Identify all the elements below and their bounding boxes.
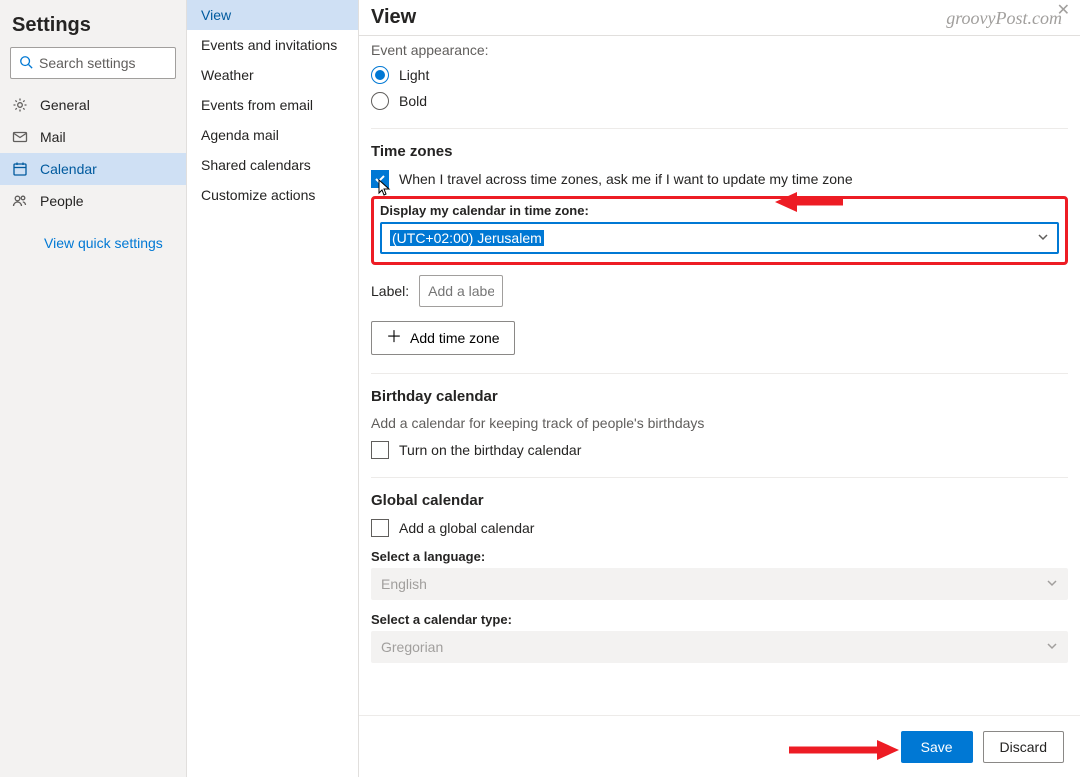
view-quick-settings-link[interactable]: View quick settings [0, 217, 186, 251]
search-icon [19, 55, 33, 72]
add-timezone-label: Add time zone [410, 330, 500, 346]
detail-scroll-area[interactable]: Event appearance: Light Bold Time zones … [359, 36, 1080, 715]
nav-people[interactable]: People [0, 185, 186, 217]
checkbox-travel-tz[interactable] [371, 170, 389, 188]
subnav-agenda-mail[interactable]: Agenda mail [187, 120, 358, 150]
nav-label: Mail [40, 129, 66, 145]
select-caltype-label: Select a calendar type: [371, 612, 1068, 627]
plus-icon: ＋ [386, 330, 402, 346]
save-button[interactable]: Save [901, 731, 973, 763]
display-tz-label: Display my calendar in time zone: [380, 203, 1059, 218]
checkbox-birthday-calendar[interactable] [371, 441, 389, 459]
timezone-value: (UTC+02:00) Jerusalem [390, 230, 544, 246]
section-divider [371, 128, 1068, 129]
radio-bold-label: Bold [399, 93, 427, 109]
settings-title: Settings [0, 0, 186, 47]
subnav-view[interactable]: View [187, 0, 358, 30]
nav-label: General [40, 97, 90, 113]
timezone-dropdown[interactable]: (UTC+02:00) Jerusalem [380, 222, 1059, 254]
tz-label-label: Label: [371, 283, 409, 299]
event-appearance-heading: Event appearance: [371, 42, 1068, 58]
caltype-dropdown: Gregorian [371, 631, 1068, 663]
settings-subnav-panel: View Events and invitations Weather Even… [187, 0, 359, 777]
nav-label: Calendar [40, 161, 97, 177]
subnav-events-invitations[interactable]: Events and invitations [187, 30, 358, 60]
detail-title: View [371, 6, 416, 29]
settings-detail-panel: View groovyPost.com ✕ Event appearance: … [359, 0, 1080, 777]
checkbox-global-calendar[interactable] [371, 519, 389, 537]
time-zones-heading: Time zones [371, 143, 1068, 160]
mail-icon [12, 129, 28, 145]
section-divider [371, 373, 1068, 374]
section-divider [371, 477, 1068, 478]
checkbox-travel-tz-label: When I travel across time zones, ask me … [399, 171, 853, 187]
subnav-weather[interactable]: Weather [187, 60, 358, 90]
birthday-heading: Birthday calendar [371, 388, 1068, 405]
detail-footer: Save Discard [359, 715, 1080, 777]
annotation-arrow-icon [789, 738, 899, 762]
subnav-customize-actions[interactable]: Customize actions [187, 180, 358, 210]
select-language-label: Select a language: [371, 549, 1068, 564]
global-heading: Global calendar [371, 492, 1068, 509]
nav-general[interactable]: General [0, 89, 186, 121]
calendar-icon [12, 161, 28, 177]
nav-calendar[interactable]: Calendar [0, 153, 186, 185]
caltype-value: Gregorian [381, 639, 443, 655]
watermark-text: groovyPost.com [946, 8, 1062, 29]
language-dropdown: English [371, 568, 1068, 600]
people-icon [12, 193, 28, 209]
tz-label-input[interactable] [419, 275, 503, 307]
search-settings-box[interactable] [10, 47, 176, 79]
add-timezone-button[interactable]: ＋ Add time zone [371, 321, 515, 355]
language-value: English [381, 576, 427, 592]
subnav-events-email[interactable]: Events from email [187, 90, 358, 120]
chevron-down-icon [1037, 230, 1049, 246]
detail-header: View groovyPost.com ✕ [359, 0, 1080, 36]
radio-light[interactable] [371, 66, 389, 84]
radio-light-label: Light [399, 67, 429, 83]
nav-mail[interactable]: Mail [0, 121, 186, 153]
settings-nav-panel: Settings General Mail [0, 0, 187, 777]
timezone-highlight-box: Display my calendar in time zone: (UTC+0… [371, 196, 1068, 265]
birthday-subtext: Add a calendar for keeping track of peop… [371, 415, 1068, 431]
checkbox-global-label: Add a global calendar [399, 520, 534, 536]
checkbox-birthday-label: Turn on the birthday calendar [399, 442, 581, 458]
chevron-down-icon [1046, 639, 1058, 655]
nav-label: People [40, 193, 84, 209]
subnav-shared-calendars[interactable]: Shared calendars [187, 150, 358, 180]
chevron-down-icon [1046, 576, 1058, 592]
radio-bold[interactable] [371, 92, 389, 110]
close-icon[interactable]: ✕ [1057, 0, 1070, 20]
discard-button[interactable]: Discard [983, 731, 1064, 763]
gear-icon [12, 97, 28, 113]
